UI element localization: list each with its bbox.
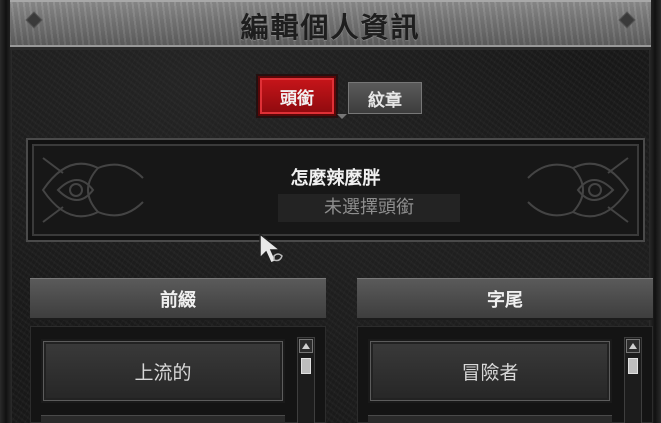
scroll-thumb[interactable] [301, 358, 311, 374]
tab-title[interactable]: 頭銜 [258, 76, 336, 116]
title-bar: 編輯個人資訊 [10, 0, 651, 50]
prefix-list-item-next[interactable] [41, 415, 285, 423]
arrow-up-icon [629, 343, 637, 349]
suffix-list-item[interactable]: 冒險者 [368, 339, 612, 403]
suffix-list: 冒險者 [357, 326, 653, 423]
character-name: 怎麼辣麼胖 [290, 168, 381, 189]
prefix-list: 上流的 [30, 326, 326, 423]
window-title: 編輯個人資訊 [240, 11, 421, 44]
edit-profile-window: 編輯個人資訊 頭銜 紋章 怎麼辣麼胖 未選擇頭銜 前綴 字尾 上流的 冒險者 [0, 0, 661, 423]
prefix-scrollbar[interactable] [297, 337, 315, 423]
scroll-up-button[interactable] [626, 339, 640, 353]
window-border-left [0, 0, 12, 423]
scroll-thumb[interactable] [628, 358, 638, 374]
suffix-scrollbar[interactable] [624, 337, 642, 423]
mouse-cursor-icon [259, 232, 283, 264]
arrow-up-icon [302, 343, 310, 349]
name-plate: 怎麼辣麼胖 未選擇頭銜 [26, 138, 645, 242]
tab-emblem[interactable]: 紋章 [346, 80, 424, 116]
scroll-up-button[interactable] [299, 339, 313, 353]
prefix-list-item[interactable]: 上流的 [41, 339, 285, 403]
suffix-list-item-next[interactable] [368, 415, 612, 423]
current-title-slot: 未選擇頭銜 [278, 194, 460, 222]
ornament-left-icon [41, 157, 144, 223]
tab-indicator-icon [337, 114, 347, 119]
ornament-right-icon [527, 157, 630, 223]
prefix-header: 前綴 [30, 278, 326, 320]
suffix-header: 字尾 [357, 278, 653, 320]
